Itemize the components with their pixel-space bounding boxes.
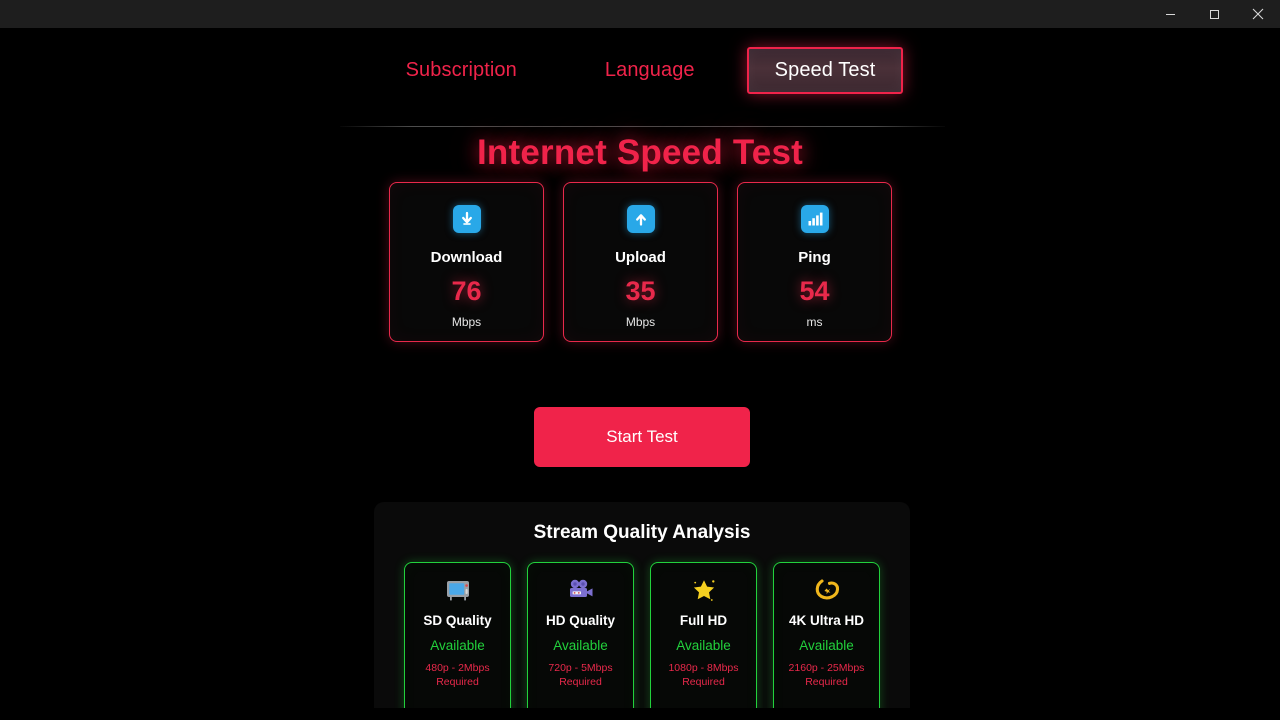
tab-divider [340, 126, 945, 127]
title-bar [0, 0, 1280, 28]
glowing-star-icon [691, 575, 717, 605]
stream-card-full-hd: Full HD Available 1080p - 8Mbps Required [650, 562, 757, 708]
maximize-icon[interactable] [1192, 0, 1236, 28]
metric-unit: Mbps [625, 315, 656, 329]
metric-card-download: Download 76 Mbps [389, 182, 544, 342]
stream-card-status: Available [430, 637, 485, 653]
metric-unit: ms [806, 315, 823, 329]
stream-card-sd: SD Quality Available 480p - 2Mbps Requir… [404, 562, 511, 708]
metric-value: 35 [625, 276, 656, 306]
tab-bar: Subscription Language Speed Test [340, 42, 945, 98]
stream-card-name: 4K Ultra HD [788, 613, 864, 628]
stream-quality-panel: Stream Quality Analysis SD Quality Avail… [374, 502, 910, 708]
stream-card-status: Available [799, 637, 854, 653]
stream-card-name: Full HD [679, 613, 728, 628]
metric-card-ping: Ping 54 ms [737, 182, 892, 342]
metric-label: Ping [798, 249, 831, 266]
signal-bars-icon [800, 205, 829, 233]
metric-value: 76 [451, 276, 482, 306]
close-icon[interactable] [1236, 0, 1280, 28]
app-window: Subscription Language Speed Test Interne… [0, 0, 1280, 720]
metrics-row: Download 76 Mbps Upload 35 Mbps Ping 54 … [389, 182, 892, 344]
stream-card-requirement: 2160p - 25Mbps Required [788, 661, 865, 688]
metric-card-upload: Upload 35 Mbps [563, 182, 718, 342]
page-content: Subscription Language Speed Test Interne… [0, 28, 1280, 708]
television-icon [445, 575, 471, 605]
tab-language[interactable]: Language [581, 49, 719, 92]
stream-card-status: Available [553, 637, 608, 653]
stream-card-requirement: 480p - 2Mbps Required [425, 661, 490, 688]
minimize-icon[interactable] [1148, 0, 1192, 28]
metric-value: 54 [799, 276, 830, 306]
page-title: Internet Speed Test [477, 133, 803, 172]
download-arrow-icon [452, 205, 481, 233]
stream-quality-title: Stream Quality Analysis [533, 522, 751, 543]
dizzy-swirl-icon [812, 575, 842, 605]
stream-card-name: SD Quality [423, 613, 492, 628]
stream-quality-cards: SD Quality Available 480p - 2Mbps Requir… [374, 562, 910, 708]
metric-label: Download [430, 249, 503, 266]
tab-subscription[interactable]: Subscription [382, 49, 541, 92]
metric-unit: Mbps [451, 315, 482, 329]
tab-speed-test[interactable]: Speed Test [746, 46, 904, 94]
stream-card-requirement: 720p - 5Mbps Required [548, 661, 613, 688]
stream-card-hd: HD Quality Available 720p - 5Mbps Requir… [527, 562, 634, 708]
stream-card-4k: 4K Ultra HD Available 2160p - 25Mbps Req… [773, 562, 880, 708]
upload-arrow-icon [626, 205, 655, 233]
metric-label: Upload [615, 249, 666, 266]
stream-card-name: HD Quality [545, 613, 615, 628]
start-test-button[interactable]: Start Test [534, 407, 750, 467]
stream-card-requirement: 1080p - 8Mbps Required [668, 661, 739, 688]
movie-camera-icon [567, 575, 595, 605]
stream-card-status: Available [676, 637, 731, 653]
